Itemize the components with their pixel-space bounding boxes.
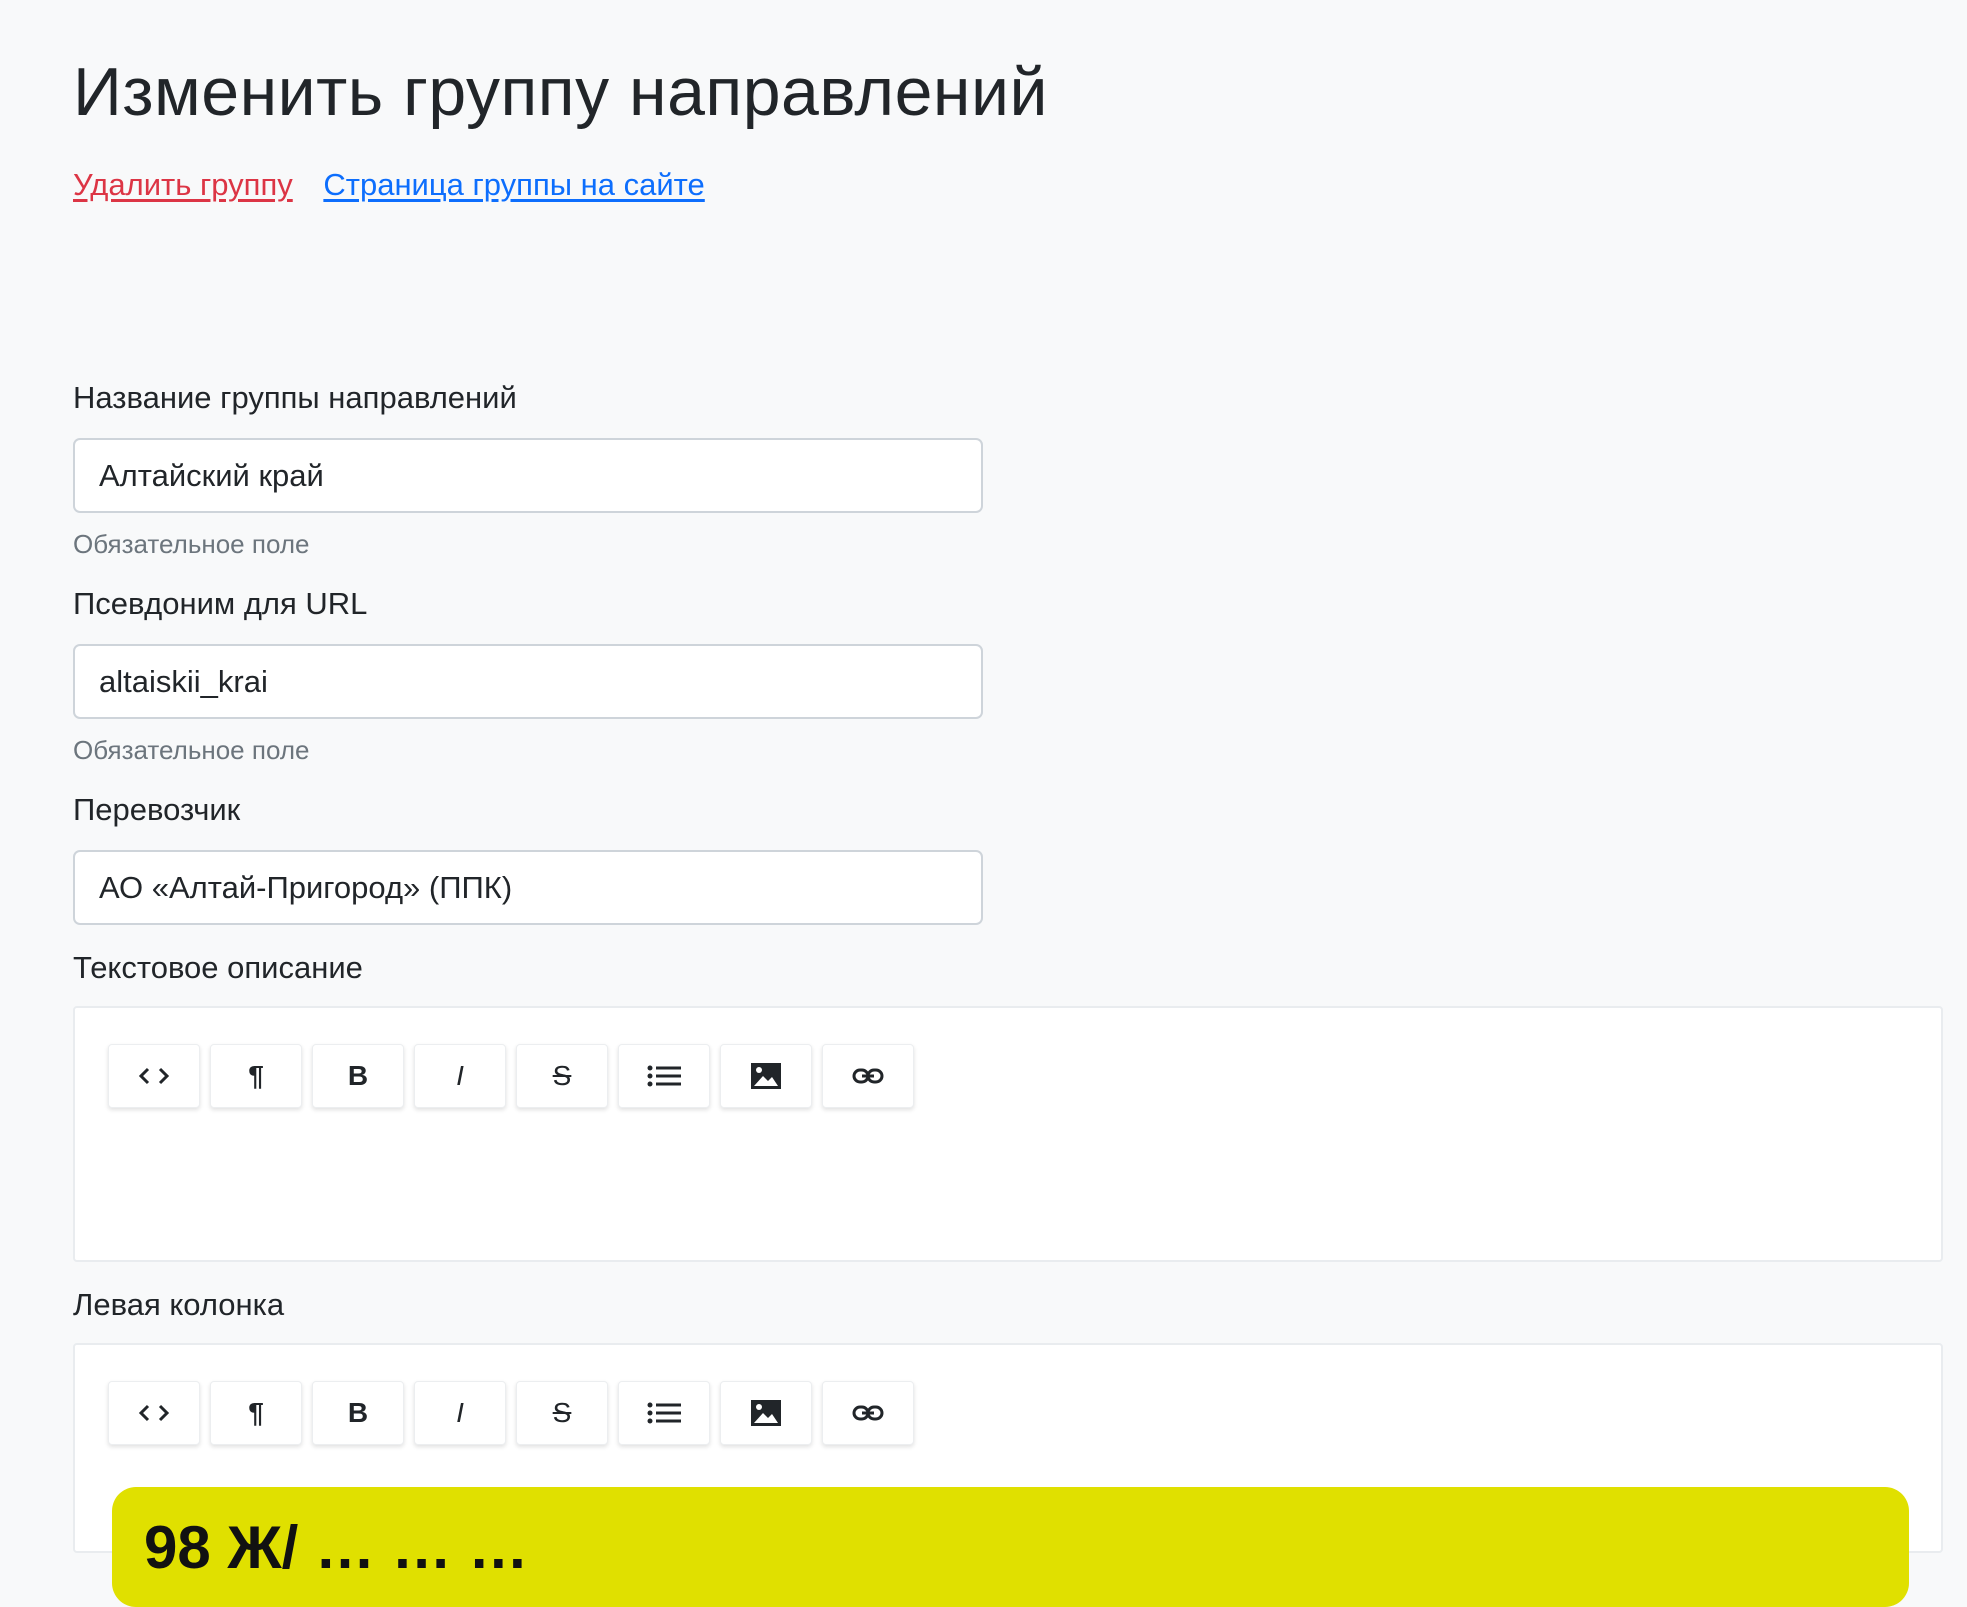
list-icon bbox=[647, 1401, 681, 1425]
italic-icon: I bbox=[456, 1060, 464, 1091]
url-alias-help: Обязательное поле bbox=[73, 735, 310, 765]
strikethrough-button[interactable]: S bbox=[516, 1044, 608, 1108]
description-toolbar: ¶ B I S bbox=[108, 1044, 914, 1108]
description-label: Текстовое описание bbox=[73, 950, 363, 985]
left-column-toolbar: ¶ B I S bbox=[108, 1381, 914, 1445]
italic-button[interactable]: I bbox=[414, 1381, 506, 1445]
paragraph-icon: ¶ bbox=[248, 1060, 264, 1091]
paragraph-button[interactable]: ¶ bbox=[210, 1381, 302, 1445]
image-button[interactable] bbox=[720, 1044, 812, 1108]
bold-button[interactable]: B bbox=[312, 1381, 404, 1445]
strikethrough-icon: S bbox=[552, 1060, 572, 1091]
left-column-banner: 98 Ж/ … … … bbox=[112, 1487, 1909, 1607]
url-alias-label: Псевдоним для URL bbox=[73, 586, 368, 621]
link-button[interactable] bbox=[822, 1044, 914, 1108]
action-links: Удалить группу Страница группы на сайте bbox=[73, 165, 727, 205]
italic-icon: I bbox=[456, 1397, 464, 1428]
bold-button[interactable]: B bbox=[312, 1044, 404, 1108]
code-view-button[interactable] bbox=[108, 1381, 200, 1445]
image-button[interactable] bbox=[720, 1381, 812, 1445]
code-view-button[interactable] bbox=[108, 1044, 200, 1108]
link-button[interactable] bbox=[822, 1381, 914, 1445]
description-editor[interactable]: ¶ B I S bbox=[73, 1006, 1943, 1262]
list-button[interactable] bbox=[618, 1381, 710, 1445]
image-icon bbox=[750, 1399, 782, 1427]
strikethrough-icon: S bbox=[552, 1397, 572, 1428]
list-icon bbox=[647, 1064, 681, 1088]
bold-icon: B bbox=[347, 1060, 369, 1091]
paragraph-button[interactable]: ¶ bbox=[210, 1044, 302, 1108]
group-name-input[interactable] bbox=[73, 438, 983, 513]
url-alias-input[interactable] bbox=[73, 644, 983, 719]
group-name-help: Обязательное поле bbox=[73, 529, 310, 559]
delete-group-link[interactable]: Удалить группу bbox=[73, 167, 293, 202]
group-name-label: Название группы направлений bbox=[73, 380, 517, 415]
image-icon bbox=[750, 1062, 782, 1090]
left-column-editor[interactable]: ¶ B I S 98 Ж/ … … … bbox=[73, 1343, 1943, 1607]
paragraph-icon: ¶ bbox=[248, 1397, 264, 1428]
link-icon bbox=[852, 1403, 884, 1423]
carrier-label: Перевозчик bbox=[73, 792, 241, 827]
link-icon bbox=[852, 1066, 884, 1086]
left-column-label: Левая колонка bbox=[73, 1287, 285, 1322]
list-button[interactable] bbox=[618, 1044, 710, 1108]
banner-text: 98 Ж/ … … … bbox=[144, 1514, 529, 1581]
bold-icon: B bbox=[347, 1397, 369, 1428]
code-icon bbox=[138, 1403, 170, 1423]
code-icon bbox=[138, 1066, 170, 1086]
group-site-page-link[interactable]: Страница группы на сайте bbox=[323, 167, 704, 202]
strikethrough-button[interactable]: S bbox=[516, 1381, 608, 1445]
page-title: Изменить группу направлений bbox=[73, 54, 1048, 130]
italic-button[interactable]: I bbox=[414, 1044, 506, 1108]
carrier-input[interactable] bbox=[73, 850, 983, 925]
